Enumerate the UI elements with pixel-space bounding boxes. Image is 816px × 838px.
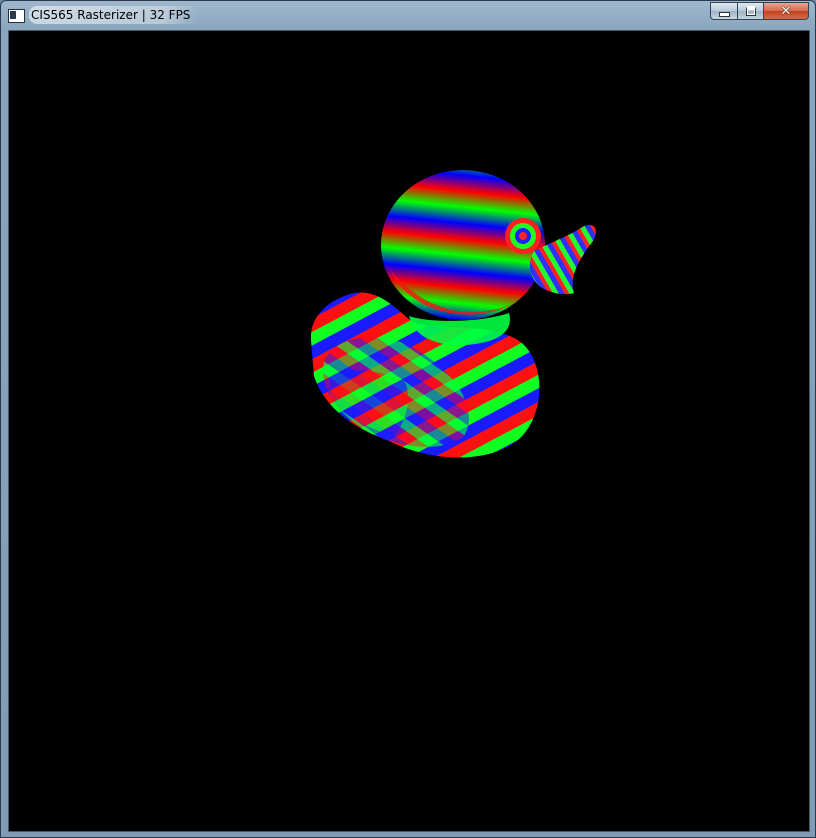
minimize-button[interactable] (710, 2, 737, 20)
duck-wing (329, 369, 409, 436)
maximize-button[interactable] (737, 2, 763, 20)
close-icon: ✕ (780, 3, 792, 19)
render-viewport[interactable] (8, 30, 810, 832)
window-title: CIS565 Rasterizer | 32 FPS (29, 6, 199, 24)
duck-eye (505, 218, 541, 254)
render-canvas[interactable] (9, 31, 809, 831)
rasterizer-window: CIS565 Rasterizer | 32 FPS ✕ (0, 0, 816, 838)
minimize-icon (718, 11, 730, 17)
duck-model (310, 170, 596, 458)
title-bar[interactable]: CIS565 Rasterizer | 32 FPS ✕ (1, 1, 815, 29)
window-controls: ✕ (710, 2, 809, 21)
close-button[interactable]: ✕ (763, 2, 809, 20)
app-icon[interactable] (8, 9, 25, 23)
maximize-icon (745, 6, 756, 16)
